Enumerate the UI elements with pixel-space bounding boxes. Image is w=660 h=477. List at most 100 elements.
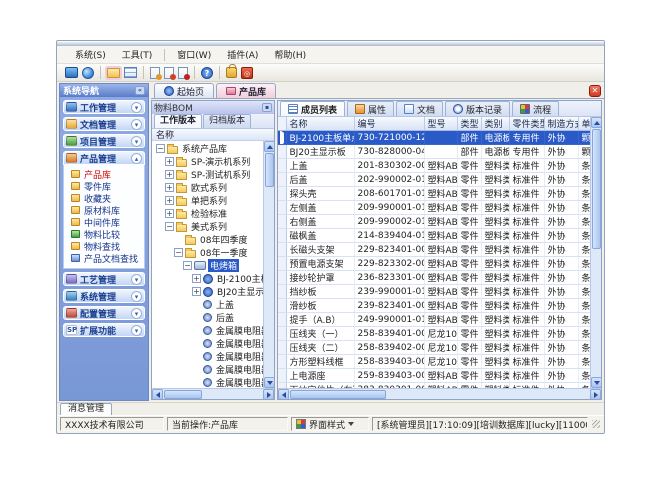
table-row[interactable]: BJ20主显示板730-828000-04E部件电源板专用件外协颗	[278, 145, 590, 159]
sidebar-item-raw-material-library[interactable]: 原材料库	[64, 204, 144, 216]
sidebar-section-header-doc-mgmt[interactable]: 文档管理	[63, 117, 145, 131]
tab-properties[interactable]: 属性	[347, 101, 394, 116]
expand-plus-icon[interactable]: +	[192, 287, 201, 296]
tree-node[interactable]: −电烤箱	[152, 259, 263, 272]
grid-icon[interactable]	[124, 67, 137, 78]
menu-item-4[interactable]: 插件(A)	[219, 46, 266, 63]
table-scroll-thumb[interactable]	[592, 129, 601, 249]
table-horizontal-scrollbar[interactable]	[278, 388, 601, 399]
tree-node[interactable]: 金属膜电阻器	[152, 376, 263, 388]
lock-icon[interactable]	[226, 67, 237, 78]
column-header-5[interactable]: 类别	[481, 117, 509, 131]
expand-plus-icon[interactable]: +	[165, 183, 174, 192]
table-row[interactable]: 上盖201-830302-00E塑料ABS零件塑料类标准件外协条	[278, 159, 590, 173]
globe-icon[interactable]	[82, 67, 94, 79]
chevron-down-icon[interactable]	[131, 102, 142, 113]
column-header-7[interactable]: 制造方式	[544, 117, 578, 131]
table-scroll-up-button[interactable]	[591, 117, 602, 128]
sidebar-item-product-doc-search[interactable]: 产品文档查找	[64, 252, 144, 264]
tree-scroll-thumb[interactable]	[265, 153, 274, 187]
sidebar-section-header-work-mgmt[interactable]: 工作管理	[63, 100, 145, 114]
chevron-down-icon[interactable]	[131, 274, 142, 285]
table-row[interactable]: 提手（A.B）249-990001-01E塑料ABS零件塑料类标准件外协条	[278, 313, 590, 327]
tab-start-page[interactable]: 起始页	[154, 83, 214, 98]
tree-scroll-right-button[interactable]	[263, 389, 274, 400]
table-row[interactable]: BJ-2100主板单点730-721000-12E部件电源板专用件外协颗	[278, 131, 590, 145]
tree-node[interactable]: +SP-测试机系列	[152, 168, 263, 181]
tree-node[interactable]: −系统产品库	[152, 142, 263, 155]
sidebar-item-product-library[interactable]: 产品库	[64, 168, 144, 180]
tree-node[interactable]: 08年四季度	[152, 233, 263, 246]
table-scroll-down-button[interactable]	[591, 377, 602, 388]
tree-node[interactable]: +BJ20主显示板	[152, 285, 263, 298]
column-header-6[interactable]: 零件类型	[509, 117, 544, 131]
column-header-2[interactable]: 编号	[354, 117, 424, 131]
sidebar-section-header-extensions[interactable]: 扩展功能	[63, 323, 145, 337]
column-header-3[interactable]: 型号	[424, 117, 457, 131]
tree-node[interactable]: +SP-演示机系列	[152, 155, 263, 168]
tree-horizontal-scrollbar[interactable]	[152, 388, 274, 399]
tree-node[interactable]: 金属膜电阻器	[152, 350, 263, 363]
doc-edit-icon[interactable]	[164, 67, 174, 79]
menu-item-2[interactable]: 工具(T)	[114, 46, 161, 63]
tree-node[interactable]: 金属膜电阻器	[152, 337, 263, 350]
collapse-minus-icon[interactable]: −	[156, 144, 165, 153]
tree-node[interactable]: −美式系列	[152, 220, 263, 233]
sidebar-section-header-product-mgmt[interactable]: 产品管理	[63, 151, 145, 165]
tree-vertical-scrollbar[interactable]	[263, 141, 274, 388]
tree-node[interactable]: 金属膜电阻器	[152, 363, 263, 376]
tree-node[interactable]: +单把系列	[152, 194, 263, 207]
sidebar-section-header-system-mgmt[interactable]: 系统管理	[63, 289, 145, 303]
close-icon[interactable]	[589, 85, 601, 97]
chevron-down-icon[interactable]	[131, 308, 142, 319]
column-header-1[interactable]: 名称	[286, 117, 354, 131]
sidebar-item-parts-library[interactable]: 零件库	[64, 180, 144, 192]
menu-item-5[interactable]: 帮助(H)	[266, 46, 314, 63]
table-scroll-left-button[interactable]	[278, 389, 289, 400]
expand-plus-icon[interactable]: +	[165, 170, 174, 179]
table-row[interactable]: 上电源座259-839403-00E塑料ABS零件塑料类标准件外协条	[278, 369, 590, 383]
table-row[interactable]: 方形塑料线框258-839403-00E尼龙1010零件塑料类标准件外协条	[278, 355, 590, 369]
sidebar-item-material-compare[interactable]: 物料比较	[64, 228, 144, 240]
folder-icon[interactable]	[107, 68, 120, 78]
collapse-minus-icon[interactable]: −	[183, 261, 192, 270]
column-header-8[interactable]: 单位	[578, 117, 590, 131]
expand-plus-icon[interactable]: +	[165, 157, 174, 166]
sidebar-item-middleware-library[interactable]: 中间件库	[64, 216, 144, 228]
exit-icon[interactable]	[241, 67, 253, 79]
table-row[interactable]: 磁枫盖214-839404-01E塑料ABS零件塑料类标准件外协条	[278, 229, 590, 243]
tab-documents[interactable]: 文档	[396, 101, 443, 116]
table-row[interactable]: 后盖202-990002-01E塑料ABS零件塑料类标准件外协条	[278, 173, 590, 187]
menu-item-1[interactable]: 系统(S)	[67, 46, 114, 63]
pin-icon[interactable]	[262, 103, 272, 112]
chevron-down-icon[interactable]	[131, 291, 142, 302]
tab-version-history[interactable]: 版本记录	[445, 101, 510, 116]
column-header-4[interactable]: 类型	[457, 117, 481, 131]
help-icon[interactable]	[201, 67, 213, 79]
sidebar-section-header-project-mgmt[interactable]: 项目管理	[63, 134, 145, 148]
tree-node[interactable]: 后盖	[152, 311, 263, 324]
sidebar-section-header-config-mgmt[interactable]: 配置管理	[63, 306, 145, 320]
monitor-icon[interactable]	[65, 67, 78, 78]
table-row[interactable]: 探头壳208-601701-01E塑料ABS零件塑料类标准件外协条	[278, 187, 590, 201]
doc-delete-icon[interactable]	[178, 67, 188, 79]
doc-new-icon[interactable]	[150, 67, 160, 79]
chevron-down-icon[interactable]	[131, 325, 142, 336]
tree-node[interactable]: +检验标准	[152, 207, 263, 220]
tree-node[interactable]: +BJ-2100主板单点	[152, 272, 263, 285]
table-row[interactable]: 挡纱板239-990001-01E塑料ABS零件塑料类标准件外协条	[278, 285, 590, 299]
table-row[interactable]: 长磁头支架229-823401-00E塑料ABS零件塑料类标准件外协条	[278, 243, 590, 257]
sidebar-collapse-icon[interactable]	[135, 86, 145, 95]
tree-node[interactable]: 上盖	[152, 298, 263, 311]
table-row[interactable]: 压线夹（二）258-839402-00E尼龙1010零件塑料类标准件外协条	[278, 341, 590, 355]
tree-scroll-left-button[interactable]	[152, 389, 163, 400]
expand-plus-icon[interactable]: +	[165, 196, 174, 205]
tree-node[interactable]: 金属膜电阻器	[152, 324, 263, 337]
table-row[interactable]: 接纱轮护罩236-823301-00E塑料ABS零件塑料类标准件外协条	[278, 271, 590, 285]
expand-plus-icon[interactable]: +	[165, 209, 174, 218]
tree-scroll-up-button[interactable]	[264, 141, 275, 152]
sidebar-item-favorites[interactable]: 收藏夹	[64, 192, 144, 204]
table-row[interactable]: 压线夹（一）258-839401-00E尼龙1010零件塑料类标准件外协条	[278, 327, 590, 341]
tree-node[interactable]: +欧式系列	[152, 181, 263, 194]
tab-workflow[interactable]: 流程	[512, 101, 559, 116]
